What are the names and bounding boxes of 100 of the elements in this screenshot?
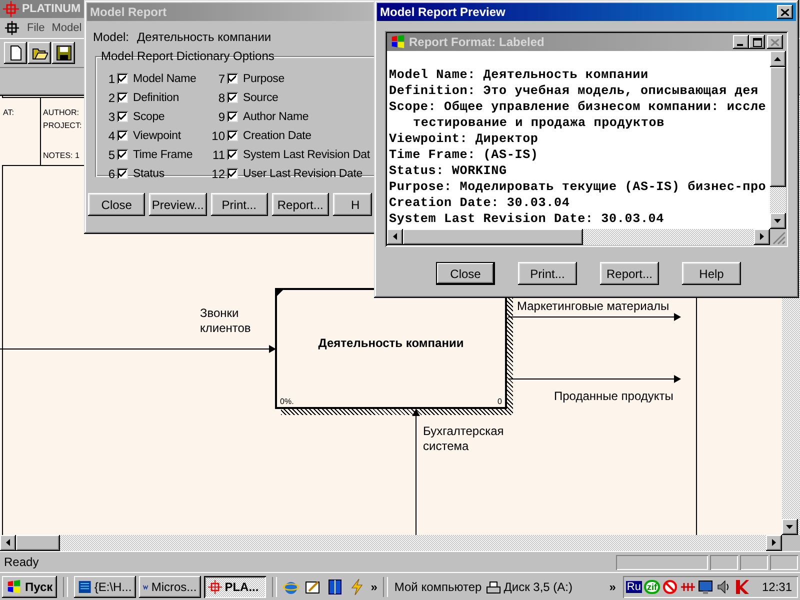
desktop-icon[interactable] <box>304 578 321 594</box>
clock: 12:31 <box>762 580 792 594</box>
menu-item[interactable]: File <box>27 22 45 34</box>
open-button[interactable] <box>28 42 51 64</box>
close-button[interactable] <box>777 5 793 19</box>
checkbox-label[interactable]: Definition <box>133 92 179 104</box>
more-chevron[interactable]: » <box>609 580 616 594</box>
checkbox-label[interactable]: Time Frame <box>133 148 193 160</box>
down-arrow-icon <box>774 217 782 225</box>
windows-logo-icon <box>6 580 22 594</box>
checkbox-label[interactable]: Viewpoint <box>133 130 181 142</box>
dialog-button[interactable]: Print... <box>210 193 268 216</box>
model-name: Деятельность компании <box>137 30 272 44</box>
status-text: Ready <box>3 555 40 569</box>
vertical-scrollbar[interactable] <box>770 51 786 229</box>
drive-icon[interactable] <box>484 578 501 594</box>
header-label: PROJECT: <box>43 121 82 130</box>
scroll-down-button[interactable] <box>770 213 786 229</box>
activity-box[interactable]: Деятельность компании 0%. 0 <box>275 288 507 409</box>
left-arrow-icon <box>4 539 12 547</box>
crosshair-icon <box>3 1 19 17</box>
taskbar-button[interactable]: PLA... <box>204 576 266 598</box>
checkbox-label[interactable]: Purpose <box>243 72 284 84</box>
dialog-button[interactable]: Report... <box>272 193 329 216</box>
scroll-thumb[interactable] <box>403 229 583 245</box>
checkbox[interactable] <box>117 168 128 179</box>
checkbox[interactable] <box>117 149 128 160</box>
menu-item[interactable]: Model <box>52 22 82 34</box>
option-number: 4 <box>107 128 115 142</box>
more-chevron[interactable]: » <box>370 580 378 594</box>
arrow[interactable] <box>0 345 276 353</box>
dialog-button[interactable]: Report... <box>600 262 659 285</box>
toolbar-label[interactable]: Мой компьютер <box>394 580 482 594</box>
checkbox[interactable] <box>227 149 238 160</box>
book-icon[interactable] <box>326 578 343 594</box>
option-number: 10 <box>210 128 225 142</box>
checkbox-label[interactable]: Creation Date <box>243 130 312 142</box>
dialog-button[interactable]: Close <box>88 193 146 216</box>
dialog-button[interactable]: Close <box>436 262 495 285</box>
arrow-label: Бухгалтерская система <box>423 424 505 454</box>
new-button[interactable] <box>4 42 27 64</box>
toolbar-label[interactable]: Диск 3,5 (A:) <box>504 580 572 594</box>
checkbox[interactable] <box>117 111 128 122</box>
checkbox[interactable] <box>227 168 238 179</box>
checkbox[interactable] <box>227 73 238 84</box>
dialog-button[interactable]: H <box>333 193 372 216</box>
close-icon <box>771 38 779 46</box>
scroll-left-button[interactable] <box>0 535 16 551</box>
maximize-icon <box>752 38 762 46</box>
report-line: Status: WORKING <box>389 163 508 179</box>
arrow-label: Маркетинговые материалы <box>517 299 670 313</box>
dialog-title: Model Report Preview <box>380 5 506 19</box>
report-line: тестирование и продажа продуктов <box>412 115 666 131</box>
page-icon <box>8 45 24 61</box>
taskbar-button[interactable]: Micros... <box>138 576 201 598</box>
dialog-button[interactable]: Help <box>682 262 741 285</box>
resize-grip-icon[interactable] <box>770 229 786 245</box>
scroll-thumb[interactable] <box>770 67 786 187</box>
activity-name: Деятельность компании <box>317 336 465 350</box>
checkbox[interactable] <box>117 73 128 84</box>
lightning-icon[interactable] <box>348 578 365 594</box>
checkbox-label[interactable]: System Last Revision Dat <box>243 148 370 160</box>
save-button[interactable] <box>52 42 75 64</box>
checkbox[interactable] <box>117 130 128 141</box>
checkbox-label[interactable]: Source <box>243 92 278 104</box>
scroll-right-button[interactable] <box>766 535 782 551</box>
header-label: NOTES: 1 <box>43 151 80 160</box>
scroll-down-button[interactable] <box>782 519 798 535</box>
taskbar-button[interactable]: {E:\H... <box>74 576 136 598</box>
no-sign-icon[interactable] <box>662 578 678 594</box>
language-indicator[interactable]: Ru <box>626 580 642 592</box>
checkbox[interactable] <box>227 92 238 103</box>
checkbox[interactable] <box>227 111 238 122</box>
checkbox-label[interactable]: User Last Revision Date <box>243 168 362 180</box>
arrow[interactable] <box>412 409 420 535</box>
checkbox[interactable] <box>227 130 238 141</box>
option-number: 3 <box>107 110 115 124</box>
checkbox-label[interactable]: Model Name <box>133 72 196 84</box>
group-title: Model Report Dictionary Options <box>100 49 276 63</box>
checkbox-label[interactable]: Author Name <box>243 110 309 122</box>
scroll-up-button[interactable] <box>770 51 786 67</box>
horizontal-scrollbar[interactable] <box>387 229 786 245</box>
scroll-thumb[interactable] <box>16 535 60 551</box>
checkbox-label[interactable]: Status <box>133 168 164 180</box>
option-number: 7 <box>217 72 225 86</box>
crosshair-icon <box>208 580 222 594</box>
start-button[interactable]: Пуск <box>2 576 57 598</box>
monitor-icon[interactable] <box>698 578 714 594</box>
checkbox-label[interactable]: Scope <box>133 110 165 122</box>
scroll-left-button[interactable] <box>387 229 403 245</box>
scroll-right-button[interactable] <box>754 229 770 245</box>
arrow-label: Проданные продукты <box>554 389 674 403</box>
arrow[interactable] <box>508 313 681 321</box>
tray-badge[interactable]: zif <box>644 580 660 594</box>
checkbox[interactable] <box>117 92 128 103</box>
arrow[interactable] <box>508 375 681 383</box>
dialog-button[interactable]: Preview... <box>149 193 206 216</box>
option-number: 1 <box>107 72 115 86</box>
option-number: 6 <box>107 166 115 180</box>
dialog-button[interactable]: Print... <box>518 262 577 285</box>
